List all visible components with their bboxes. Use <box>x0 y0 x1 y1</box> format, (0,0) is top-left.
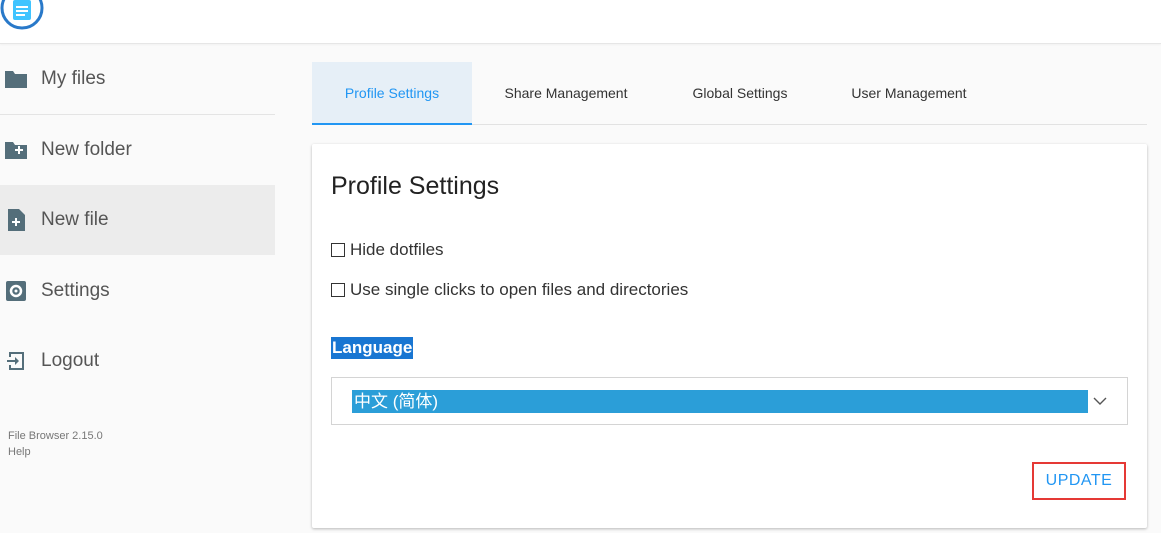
version-text: File Browser 2.15.0 <box>8 430 103 442</box>
sidebar-item-logout[interactable]: Logout <box>0 326 275 396</box>
logout-icon <box>4 349 28 373</box>
sidebar-item-settings[interactable]: Settings <box>0 256 275 326</box>
language-label: Language <box>331 337 414 359</box>
help-link[interactable]: Help <box>8 444 103 460</box>
sidebar: My files New folder New file Settings Lo… <box>0 44 275 533</box>
sidebar-item-label: Logout <box>41 350 100 371</box>
single-click-label: Use single clicks to open files and dire… <box>350 280 689 299</box>
tab-profile-settings[interactable]: Profile Settings <box>312 62 472 125</box>
folder-plus-icon <box>4 138 28 162</box>
sidebar-item-label: My files <box>41 68 106 89</box>
sidebar-item-my-files[interactable]: My files <box>0 44 275 114</box>
hide-dotfiles-option[interactable]: Hide dotfiles <box>331 240 444 260</box>
sidebar-item-label: Settings <box>41 280 110 301</box>
profile-settings-card: Profile Settings Hide dotfiles Use singl… <box>312 144 1147 528</box>
sidebar-item-label: New file <box>41 209 109 230</box>
language-select[interactable]: 中文 (简体) <box>331 377 1128 425</box>
gear-icon <box>4 279 28 303</box>
hide-dotfiles-label: Hide dotfiles <box>350 240 444 259</box>
page-title: Profile Settings <box>331 172 500 200</box>
folder-icon <box>4 67 28 91</box>
sidebar-footer: File Browser 2.15.0 Help <box>8 428 103 460</box>
sidebar-item-label: New folder <box>41 139 132 160</box>
settings-tabs: Profile Settings Share Management Global… <box>312 62 1147 125</box>
chevron-down-icon <box>1093 397 1107 405</box>
sidebar-item-new-folder[interactable]: New folder <box>0 115 275 185</box>
app-header <box>0 0 1161 44</box>
tab-global-settings[interactable]: Global Settings <box>660 62 820 124</box>
tab-user-management[interactable]: User Management <box>820 62 998 124</box>
tab-share-management[interactable]: Share Management <box>472 62 660 124</box>
single-click-option[interactable]: Use single clicks to open files and dire… <box>331 280 688 300</box>
single-click-checkbox[interactable] <box>331 283 345 297</box>
hide-dotfiles-checkbox[interactable] <box>331 243 345 257</box>
file-plus-icon <box>4 208 28 232</box>
update-button[interactable]: UPDATE <box>1032 462 1126 500</box>
sidebar-item-new-file[interactable]: New file <box>0 185 275 255</box>
logo-icon[interactable] <box>0 0 46 30</box>
language-selected-value: 中文 (简体) <box>352 390 1088 413</box>
